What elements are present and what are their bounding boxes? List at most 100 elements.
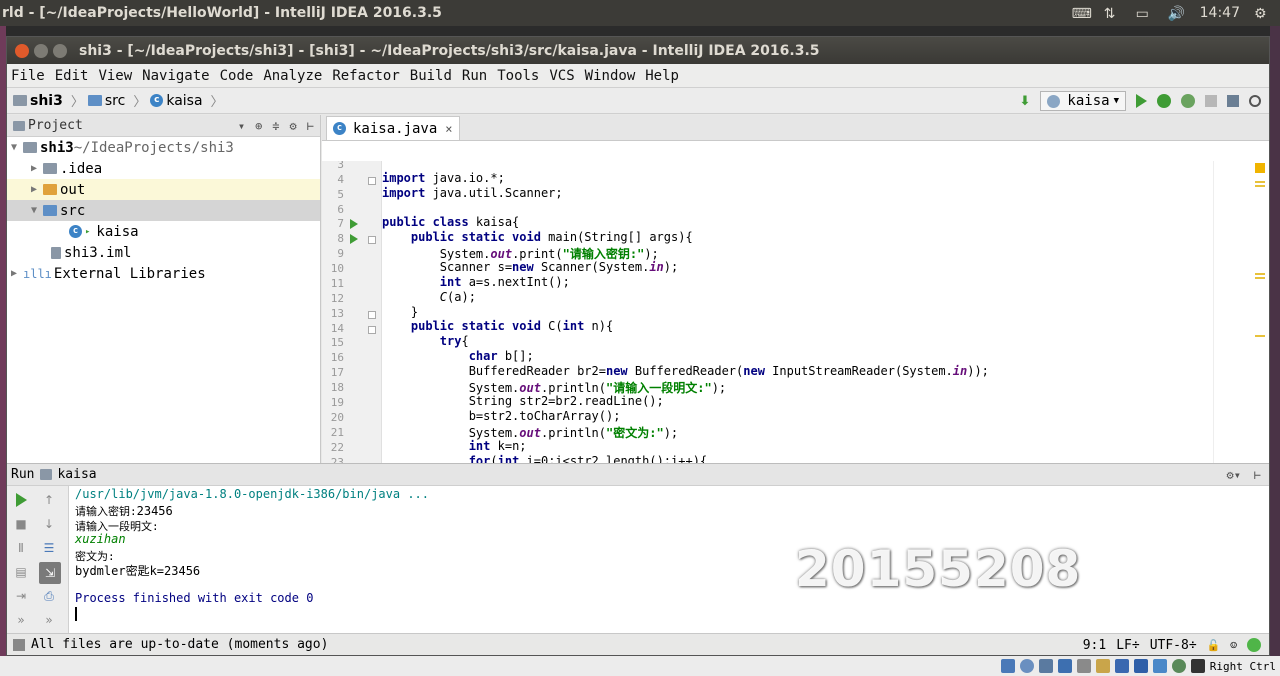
fold-icon[interactable] [368, 326, 376, 334]
virtualization-icon[interactable] [1152, 659, 1167, 673]
line-separator[interactable]: LF÷ [1116, 638, 1139, 653]
window-title-bar[interactable]: shi3 - [~/IdeaProjects/shi3] - [shi3] - … [7, 37, 1269, 64]
keyboard-icon[interactable]: ⌨ [1072, 6, 1092, 22]
menu-refactor[interactable]: Refactor [332, 68, 399, 84]
run-icon[interactable] [1136, 94, 1147, 108]
stop-icon[interactable]: ■ [13, 516, 29, 532]
fold-icon[interactable] [368, 177, 376, 185]
code-editor[interactable]: 3 4 5 6 7 8 9 10 11 12 13 14 15 16 17 18… [322, 161, 1269, 463]
chevron-right-icon[interactable]: ▶ [31, 163, 43, 174]
marker[interactable] [1255, 335, 1265, 337]
marker[interactable] [1255, 185, 1265, 187]
display-icon[interactable] [1114, 659, 1129, 673]
tree-item-kaisa[interactable]: c ▸ kaisa [7, 221, 320, 242]
marker[interactable] [1255, 277, 1265, 279]
usb-icon[interactable] [1076, 659, 1091, 673]
mouse-integration-icon[interactable] [1171, 659, 1186, 673]
chevron-down-icon[interactable]: ▾ [238, 119, 245, 133]
arrow-down-icon[interactable]: ↓ [41, 516, 57, 532]
inspector-icon[interactable]: ☺ [1230, 639, 1237, 652]
lock-icon[interactable]: 🔓 [1207, 639, 1221, 652]
scroll-from-source-icon[interactable]: ⊕ [255, 119, 262, 133]
fold-icon[interactable] [368, 236, 376, 244]
gear-icon[interactable]: ⚙ [290, 119, 297, 133]
hide-icon[interactable]: ⊢ [1254, 468, 1261, 482]
maximize-icon[interactable] [53, 43, 67, 58]
exit-icon[interactable]: ⇥ [13, 588, 29, 604]
soft-wrap-icon[interactable]: ☰ [41, 540, 57, 556]
tree-item-iml[interactable]: shi3.iml [7, 242, 320, 263]
coverage-icon[interactable] [1181, 94, 1195, 108]
run-gutter-icon[interactable] [350, 219, 358, 229]
battery-icon[interactable]: ▭ [1136, 6, 1154, 22]
menu-edit[interactable]: Edit [55, 68, 89, 84]
chevron-right-icon[interactable]: ▶ [11, 268, 23, 279]
shared-folders-icon[interactable] [1095, 659, 1110, 673]
breadcrumb-src[interactable]: src [87, 93, 125, 109]
print-icon[interactable]: ⎙ [41, 588, 57, 604]
breadcrumb-project[interactable]: shi3 [13, 93, 63, 109]
collapse-all-icon[interactable]: ≑ [272, 119, 279, 133]
search-icon[interactable] [1249, 95, 1261, 107]
network-icon[interactable]: ⇅ [1104, 6, 1122, 22]
tab-kaisa-java[interactable]: c kaisa.java × [326, 116, 460, 140]
menu-build[interactable]: Build [410, 68, 452, 84]
run-tab-label[interactable]: kaisa [57, 467, 96, 482]
event-log-icon[interactable] [1247, 638, 1261, 652]
file-encoding[interactable]: UTF-8÷ [1150, 638, 1197, 653]
menu-run[interactable]: Run [462, 68, 487, 84]
project-structure-icon[interactable] [1227, 95, 1239, 107]
keyboard-capture-icon[interactable] [1190, 659, 1205, 673]
breadcrumb-class[interactable]: c kaisa [150, 93, 203, 109]
minimize-icon[interactable] [34, 43, 48, 58]
more-icon[interactable]: » [41, 612, 57, 628]
caret-position[interactable]: 9:1 [1083, 638, 1106, 653]
menu-vcs[interactable]: VCS [549, 68, 574, 84]
tree-item-src[interactable]: ▼ src [7, 200, 320, 221]
gear-icon[interactable]: ⚙ [1254, 6, 1272, 22]
run-gutter-icon[interactable] [350, 234, 358, 244]
code-text[interactable]: import java.io.*; import java.util.Scann… [382, 161, 1212, 463]
fold-icon[interactable] [368, 311, 376, 319]
optical-drive-icon[interactable] [1019, 659, 1034, 673]
status-message[interactable]: All files are up-to-date (moments ago) [31, 637, 328, 652]
menu-help[interactable]: Help [645, 68, 679, 84]
marker[interactable] [1255, 273, 1265, 275]
menu-file[interactable]: File [11, 68, 45, 84]
menu-navigate[interactable]: Navigate [142, 68, 209, 84]
audio-icon[interactable] [1038, 659, 1053, 673]
tree-item-shi3[interactable]: ▼ shi3 ~/IdeaProjects/shi3 [7, 137, 320, 158]
tree-item-external-libraries[interactable]: ▶ ıllı External Libraries [7, 263, 320, 284]
marker[interactable] [1255, 181, 1265, 183]
editor-error-stripe[interactable] [1213, 161, 1269, 463]
clock[interactable]: 14:47 [1200, 5, 1240, 21]
warning-marker[interactable] [1255, 163, 1265, 173]
debug-icon[interactable] [1157, 94, 1171, 108]
video-capture-icon[interactable] [1133, 659, 1148, 673]
gear-icon[interactable]: ⚙▾ [1227, 468, 1241, 482]
menu-view[interactable]: View [98, 68, 132, 84]
close-icon[interactable]: × [445, 122, 452, 136]
chevron-down-icon[interactable]: ▼ [31, 205, 43, 216]
hide-icon[interactable]: ⊢ [307, 119, 314, 133]
project-panel-title[interactable]: Project [28, 118, 83, 133]
volume-icon[interactable]: 🔊 [1168, 6, 1186, 22]
tree-item-idea[interactable]: ▶ .idea [7, 158, 320, 179]
run-configuration-select[interactable]: kaisa ▼ [1040, 91, 1126, 111]
menu-analyze[interactable]: Analyze [263, 68, 322, 84]
pause-icon[interactable]: Ⅱ [13, 540, 29, 556]
more-icon[interactable]: » [13, 612, 29, 628]
rerun-icon[interactable] [13, 492, 29, 508]
network-icon[interactable] [1057, 659, 1072, 673]
hard-disk-icon[interactable] [1000, 659, 1015, 673]
arrow-up-icon[interactable]: ↑ [41, 492, 57, 508]
chevron-right-icon[interactable]: ▶ [31, 184, 43, 195]
dump-threads-icon[interactable]: ▤ [13, 564, 29, 580]
console-output[interactable]: /usr/lib/jvm/java-1.8.0-openjdk-i386/bin… [75, 486, 1265, 634]
tree-item-out[interactable]: ▶ out [7, 179, 320, 200]
run-panel-title[interactable]: Run [11, 467, 34, 482]
tool-windows-icon[interactable] [13, 638, 25, 651]
chevron-down-icon[interactable]: ▼ [11, 142, 23, 153]
build-icon[interactable]: ⬇ [1020, 94, 1031, 109]
close-icon[interactable] [15, 43, 29, 58]
